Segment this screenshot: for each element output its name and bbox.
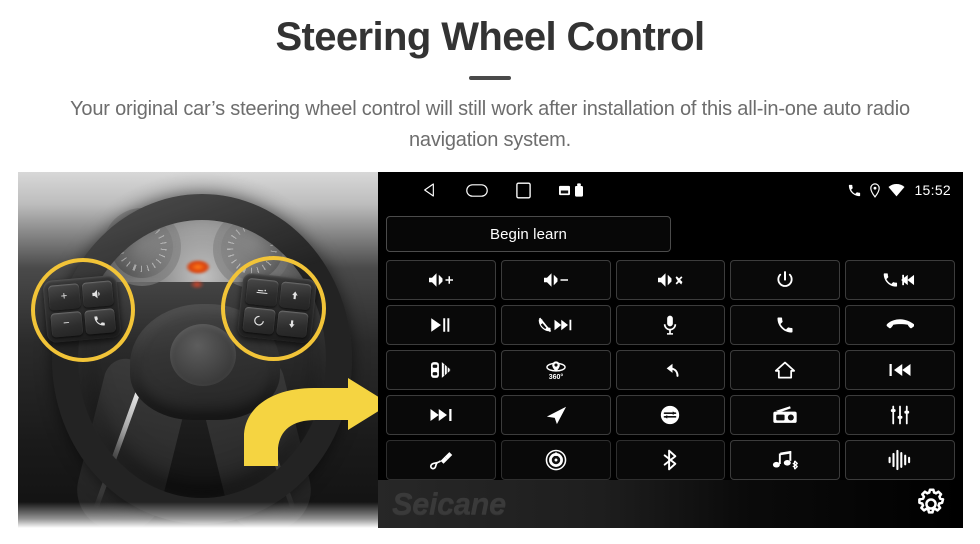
storage-indicators xyxy=(559,183,583,197)
answer-call-button[interactable] xyxy=(730,305,841,345)
aux-input-button[interactable] xyxy=(386,440,496,480)
phone-answer-icon xyxy=(777,317,793,333)
volume-down-icon xyxy=(543,273,568,287)
gear-icon xyxy=(918,488,945,514)
equalizer-icon xyxy=(890,405,910,425)
home-icon[interactable] xyxy=(466,183,488,198)
phone-previous-button[interactable] xyxy=(845,260,955,300)
head-unit-screen: 15:52 Begin learn 360° Seicane xyxy=(378,172,963,528)
power-button[interactable] xyxy=(730,260,841,300)
voice-assistant-button[interactable] xyxy=(845,440,955,480)
aux-cable-icon xyxy=(429,452,453,470)
radio-button[interactable] xyxy=(730,395,841,435)
volume-up-icon xyxy=(428,273,453,287)
mute-button[interactable] xyxy=(615,260,726,300)
power-icon xyxy=(777,271,793,287)
photo-bottom-fade xyxy=(18,502,378,528)
bluetooth-button[interactable] xyxy=(615,440,726,480)
volume-mute-icon xyxy=(658,273,683,287)
status-indicators: 15:52 xyxy=(847,182,951,198)
page-title: Steering Wheel Control xyxy=(275,15,705,59)
microphone-icon xyxy=(664,315,677,335)
equalizer-button[interactable] xyxy=(845,395,955,435)
previous-track-icon xyxy=(889,364,911,376)
location-icon xyxy=(869,182,881,198)
play-pause-icon xyxy=(431,318,450,332)
hangup-next-button[interactable] xyxy=(500,305,611,345)
brand-logo: Seicane xyxy=(392,486,506,521)
camera-360-label: 360° xyxy=(548,373,563,381)
status-clock: 15:52 xyxy=(914,182,951,198)
sd-card-icon xyxy=(559,185,570,196)
bluetooth-music-icon xyxy=(773,450,799,470)
parking-radar-icon xyxy=(430,362,451,378)
voice-waveform-icon xyxy=(888,449,911,471)
home-button[interactable] xyxy=(730,350,841,390)
volume-up-button[interactable] xyxy=(386,260,496,300)
recents-icon[interactable] xyxy=(516,181,531,199)
next-track-button[interactable] xyxy=(386,395,496,435)
airbag-cover xyxy=(170,324,236,386)
navigation-button[interactable] xyxy=(500,395,611,435)
next-track-icon xyxy=(430,409,452,421)
previous-track-button[interactable] xyxy=(845,350,955,390)
navigation-arrow-icon xyxy=(546,406,566,425)
hangup-next-icon xyxy=(538,317,571,333)
title-divider xyxy=(469,76,511,80)
highlight-circle-left xyxy=(31,258,135,362)
volume-down-button[interactable] xyxy=(500,260,611,300)
phone-icon xyxy=(847,183,862,198)
parking-radar-button[interactable] xyxy=(386,350,496,390)
play-pause-button[interactable] xyxy=(386,305,496,345)
begin-learn-button[interactable]: Begin learn xyxy=(386,216,671,252)
steering-wheel-photograph: + − xyxy=(18,172,378,528)
mode-switch-button[interactable] xyxy=(615,395,726,435)
radio-icon xyxy=(773,406,797,423)
back-button[interactable] xyxy=(615,350,726,390)
disc-player-button[interactable] xyxy=(500,440,611,480)
settings-button[interactable] xyxy=(913,486,949,522)
phone-hangup-icon xyxy=(886,319,915,329)
page-root: Steering Wheel Control Your original car… xyxy=(0,0,980,544)
highlight-circle-right xyxy=(221,256,326,361)
android-status-bar: 15:52 xyxy=(378,172,963,208)
page-subtitle: Your original car’s steering wheel contr… xyxy=(70,98,910,151)
home-icon xyxy=(775,361,796,379)
header: Steering Wheel Control Your original car… xyxy=(0,0,980,156)
usb-drive-icon xyxy=(575,183,583,197)
bluetooth-music-button[interactable] xyxy=(730,440,841,480)
microphone-button[interactable] xyxy=(615,305,726,345)
navigation-bar xyxy=(422,181,583,199)
steering-wheel-key-grid: 360° xyxy=(386,260,955,480)
back-icon[interactable] xyxy=(422,182,438,198)
disc-icon xyxy=(545,449,566,471)
yellow-arrow-icon xyxy=(240,378,378,470)
camera-360-button[interactable]: 360° xyxy=(500,350,611,390)
wifi-icon xyxy=(888,183,905,197)
end-call-button[interactable] xyxy=(845,305,955,345)
camera-360-icon: 360° xyxy=(545,361,566,381)
content-row: + − 15:52 Begin learn 360° Seicane xyxy=(18,172,963,528)
back-arrow-icon xyxy=(667,363,679,377)
bluetooth-icon xyxy=(664,449,677,471)
phone-previous-icon xyxy=(883,273,915,287)
mode-switch-icon xyxy=(661,405,680,425)
